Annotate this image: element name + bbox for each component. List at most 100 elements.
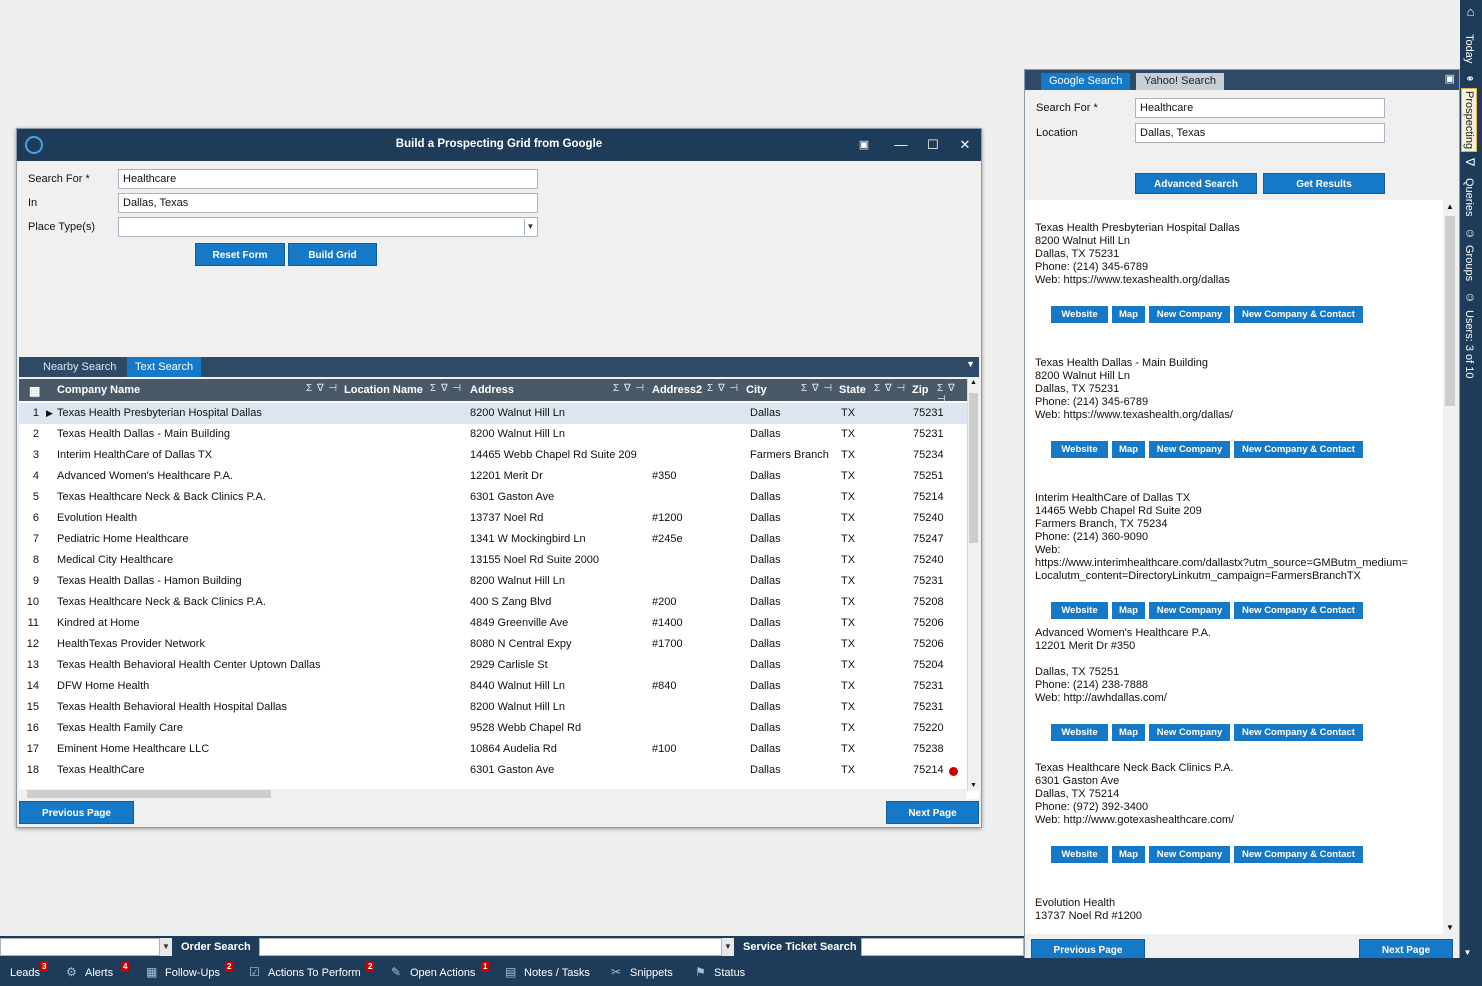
col-state-tools-icon[interactable]: Σ ∇ ⊣ <box>874 383 906 394</box>
in-input[interactable]: Dallas, Texas <box>118 193 538 213</box>
service-ticket-search-input[interactable] <box>861 938 1024 956</box>
chevron-down-icon[interactable]: ▼ <box>524 219 536 235</box>
results-vertical-scrollbar[interactable]: ▲ ▼ <box>1443 200 1457 934</box>
table-row[interactable]: 10 Texas Healthcare Neck & Back Clinics P… <box>19 592 967 613</box>
table-row[interactable]: 2 Texas Health Dallas - Main Building 8200… <box>19 424 967 445</box>
tab-text-search[interactable]: Text Search <box>127 357 202 377</box>
table-row[interactable]: 16 Texas Health Family Care 9528 Webb Chap… <box>19 718 967 739</box>
col-address2[interactable]: Address2 <box>652 384 702 396</box>
side-item-groups[interactable]: Groups <box>1463 245 1475 281</box>
table-row[interactable]: 5 Texas Healthcare Neck & Back Clinics P.… <box>19 487 967 508</box>
tabs-chevron-down-icon[interactable]: ▼ <box>966 359 975 369</box>
taskbar-item-snippets[interactable]: Snippets <box>630 967 673 979</box>
map-button[interactable]: Map <box>1112 602 1145 619</box>
website-button[interactable]: Website <box>1051 602 1108 619</box>
previous-page-button[interactable]: Previous Page <box>19 801 134 824</box>
map-button[interactable]: Map <box>1112 306 1145 323</box>
col-address2-tools-icon[interactable]: Σ ∇ ⊣ <box>707 383 739 394</box>
grid-horizontal-scrollbar[interactable] <box>19 789 967 799</box>
table-row[interactable]: 15 Texas Health Behavioral Health Hospita… <box>19 697 967 718</box>
table-row[interactable]: 13 Texas Health Behavioral Health Center … <box>19 655 967 676</box>
table-row[interactable]: 7 Pediatric Home Healthcare 1341 W Mocking… <box>19 529 967 550</box>
results-scroll-thumb[interactable] <box>1445 216 1455 406</box>
side-item-queries[interactable]: Queries <box>1463 178 1475 217</box>
maximize-icon[interactable]: ☐ <box>922 135 944 155</box>
col-city-tools-icon[interactable]: Σ ∇ ⊣ <box>801 383 833 394</box>
order-search-input[interactable] <box>259 938 722 956</box>
new-company-button[interactable]: New Company <box>1149 306 1230 323</box>
grid-vertical-scroll-thumb[interactable] <box>969 393 978 543</box>
results-scroll-up-icon[interactable]: ▲ <box>1446 202 1454 211</box>
table-row[interactable]: 4 Advanced Women's Healthcare P.A. 12201 M… <box>19 466 967 487</box>
side-item-today[interactable]: Today <box>1463 34 1475 63</box>
home-icon[interactable]: ⌂ <box>1463 4 1478 19</box>
lead-search-input[interactable] <box>0 938 160 956</box>
taskbar-item-actions-to-perform[interactable]: Actions To Perform <box>268 967 361 979</box>
advanced-search-button[interactable]: Advanced Search <box>1135 173 1257 194</box>
grid-vertical-scrollbar[interactable]: ▲ ▼ <box>967 379 979 791</box>
new-company-contact-button[interactable]: New Company & Contact <box>1234 306 1363 323</box>
map-button[interactable]: Map <box>1112 846 1145 863</box>
col-zip-tools-icon[interactable]: Σ ∇ ⊣ <box>937 383 967 405</box>
table-row[interactable]: 3 Interim HealthCare of Dallas TX 14465 We… <box>19 445 967 466</box>
col-company-tools-icon[interactable]: Σ ∇ ⊣ <box>306 383 338 394</box>
table-row[interactable]: 14 DFW Home Health 8440 Walnut Hill Ln #840… <box>19 676 967 697</box>
new-company-button[interactable]: New Company <box>1149 441 1230 458</box>
dialog-titlebar[interactable]: Build a Prospecting Grid from Google ▣ —… <box>17 129 981 161</box>
new-company-contact-button[interactable]: New Company & Contact <box>1234 724 1363 741</box>
website-button[interactable]: Website <box>1051 724 1108 741</box>
minimize-icon[interactable]: — <box>890 135 912 155</box>
taskbar-item-alerts[interactable]: Alerts <box>85 967 113 979</box>
col-city[interactable]: City <box>746 384 767 396</box>
place-types-select[interactable]: ▼ <box>118 217 538 237</box>
table-row[interactable]: 17 Eminent Home Healthcare LLC 10864 Audel… <box>19 739 967 760</box>
col-location-name[interactable]: Location Name <box>344 384 423 396</box>
tab-yahoo-search[interactable]: Yahoo! Search <box>1136 73 1224 90</box>
pin-panel-icon[interactable]: ▣ <box>1445 72 1455 85</box>
col-address[interactable]: Address <box>470 384 514 396</box>
taskbar-item-leads[interactable]: Leads <box>10 967 40 979</box>
table-row[interactable]: 6 Evolution Health 13737 Noel Rd #1200 Dalla… <box>19 508 967 529</box>
new-company-contact-button[interactable]: New Company & Contact <box>1234 602 1363 619</box>
side-scroll-down-icon[interactable]: ▼ <box>1463 948 1472 957</box>
col-zip[interactable]: Zip <box>912 384 929 396</box>
tab-nearby-search[interactable]: Nearby Search <box>35 357 124 377</box>
new-company-contact-button[interactable]: New Company & Contact <box>1234 846 1363 863</box>
reset-form-button[interactable]: Reset Form <box>195 243 285 266</box>
website-button[interactable]: Website <box>1051 846 1108 863</box>
side-item-users[interactable]: Users: 3 of 10 <box>1463 310 1475 378</box>
table-row[interactable]: 9 Texas Health Dallas - Hamon Building 820… <box>19 571 967 592</box>
scroll-down-icon[interactable]: ▼ <box>970 782 977 789</box>
taskbar-item-status[interactable]: Status <box>714 967 745 979</box>
col-address-tools-icon[interactable]: Σ ∇ ⊣ <box>613 383 645 394</box>
new-company-button[interactable]: New Company <box>1149 724 1230 741</box>
website-button[interactable]: Website <box>1051 441 1108 458</box>
lead-search-dropdown-icon[interactable]: ▼ <box>160 938 172 956</box>
table-row[interactable]: ▶ 1 Texas Health Presbyterian Hospital Dal… <box>19 403 967 424</box>
new-company-button[interactable]: New Company <box>1149 602 1230 619</box>
table-row[interactable]: 11 Kindred at Home 4849 Greenville Ave #140… <box>19 613 967 634</box>
website-button[interactable]: Website <box>1051 306 1108 323</box>
map-button[interactable]: Map <box>1112 441 1145 458</box>
taskbar-item-follow-ups[interactable]: Follow-Ups <box>165 967 220 979</box>
table-row[interactable]: 12 HealthTexas Provider Network 8080 N Cen… <box>19 634 967 655</box>
get-results-button[interactable]: Get Results <box>1263 173 1385 194</box>
taskbar-item-open-actions[interactable]: Open Actions <box>410 967 475 979</box>
results-scroll-down-icon[interactable]: ▼ <box>1446 923 1454 932</box>
next-page-button[interactable]: Next Page <box>886 801 979 824</box>
map-button[interactable]: Map <box>1112 724 1145 741</box>
order-search-dropdown-icon[interactable]: ▼ <box>722 938 734 956</box>
column-chooser-icon[interactable]: ▦ <box>29 384 40 398</box>
close-icon[interactable]: ✕ <box>954 135 976 155</box>
tab-google-search[interactable]: Google Search <box>1041 73 1131 90</box>
col-state[interactable]: State <box>839 384 866 396</box>
new-company-button[interactable]: New Company <box>1149 846 1230 863</box>
scroll-up-icon[interactable]: ▲ <box>970 379 977 386</box>
col-location-tools-icon[interactable]: Σ ∇ ⊣ <box>430 383 462 394</box>
taskbar-item-notes-tasks[interactable]: Notes / Tasks <box>524 967 590 979</box>
panel-location-input[interactable]: Dallas, Texas <box>1135 123 1385 143</box>
build-grid-button[interactable]: Build Grid <box>288 243 377 266</box>
side-item-prospecting[interactable]: Prospecting <box>1461 88 1477 153</box>
grid-horizontal-scroll-thumb[interactable] <box>27 790 271 798</box>
col-company-name[interactable]: Company Name <box>57 384 140 396</box>
